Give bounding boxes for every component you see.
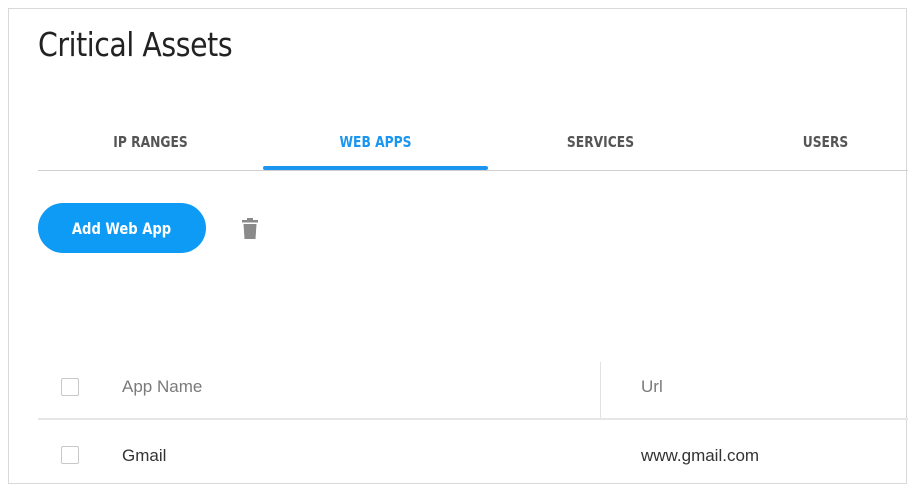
tab-ip-ranges[interactable]: IP RANGES (58, 117, 243, 170)
trash-icon[interactable] (241, 218, 259, 240)
add-web-app-label: Add Web App (72, 218, 172, 238)
tab-services[interactable]: SERVICES (508, 117, 693, 170)
critical-assets-panel: Critical Assets IP RANGES WEB APPS SERVI… (8, 8, 908, 484)
add-web-app-button[interactable]: Add Web App (38, 203, 206, 253)
column-separator[interactable] (600, 362, 601, 418)
tab-bar: IP RANGES WEB APPS SERVICES USERS (38, 117, 908, 171)
column-header-app-name[interactable]: App Name (122, 356, 202, 418)
active-tab-indicator (263, 166, 488, 170)
select-all-checkbox[interactable] (61, 378, 79, 396)
table-header: App Name Url (38, 356, 908, 420)
web-apps-table: App Name Url Gmail www.gmail.com (38, 356, 908, 492)
table-row[interactable]: Gmail www.gmail.com (38, 420, 908, 492)
tab-users[interactable]: USERS (733, 117, 916, 170)
cell-url: www.gmail.com (641, 446, 760, 465)
column-header-url[interactable]: Url (641, 356, 663, 418)
row-checkbox[interactable] (61, 446, 79, 464)
tab-web-apps[interactable]: WEB APPS (283, 117, 468, 170)
cell-app-name: Gmail (122, 446, 167, 465)
page-title: Critical Assets (38, 25, 233, 64)
